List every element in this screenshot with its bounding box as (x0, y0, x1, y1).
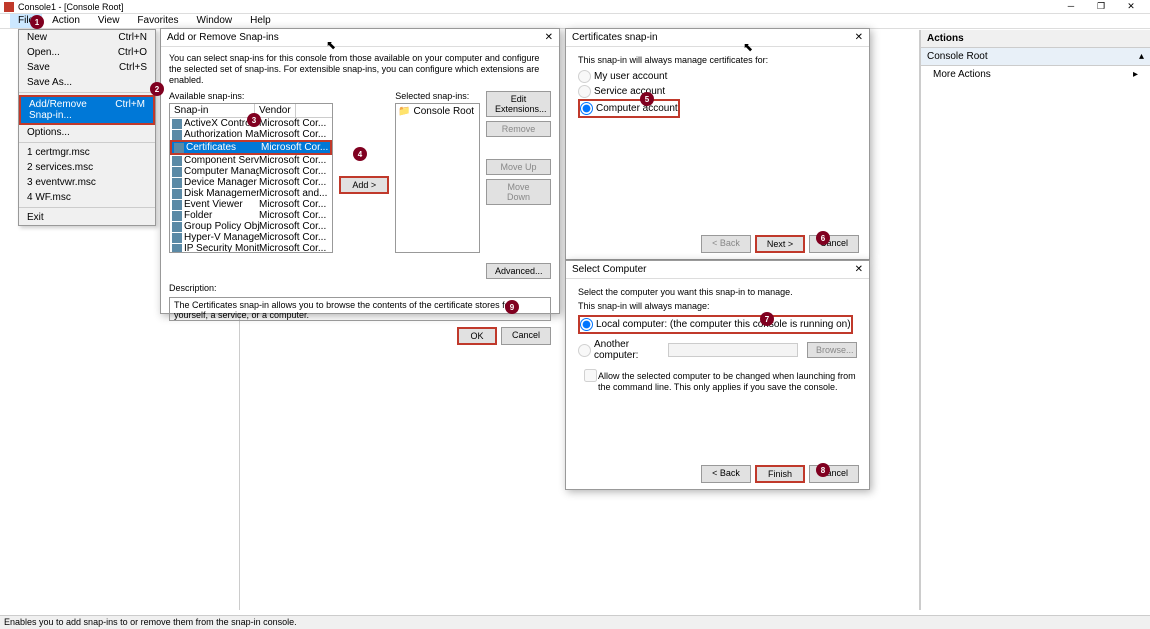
allow-text: Allow the selected computer to be change… (598, 371, 857, 393)
snapins-intro: You can select snap-ins for this console… (169, 53, 551, 85)
col-vendor: Vendor (255, 104, 296, 117)
desc-label: Description: (169, 283, 551, 293)
snapin-row-disk-management[interactable]: Disk ManagementMicrosoft and... (170, 188, 332, 199)
menu-saveas[interactable]: Save As... (19, 75, 155, 90)
badge-7: 7 (760, 312, 774, 326)
menu-options[interactable]: Options... (19, 125, 155, 140)
window-title: Console1 - [Console Root] (18, 2, 1056, 12)
comp-always: This snap-in will always manage: (578, 301, 857, 311)
badge-3: 3 (247, 113, 261, 127)
add-button[interactable]: Add > (339, 176, 389, 194)
snapin-row-certificates[interactable]: CertificatesMicrosoft Cor... (170, 140, 332, 155)
radio-another-computer[interactable]: Another computer: Browse... (578, 338, 857, 362)
snapin-row-ip-security-monitor[interactable]: IP Security MonitorMicrosoft Cor... (170, 243, 332, 253)
cert-dialog-title: Certificates snap-in ✕ (566, 29, 869, 47)
snapin-row-device-manager[interactable]: Device ManagerMicrosoft Cor... (170, 177, 332, 188)
radio-user-account[interactable]: My user account (578, 69, 857, 84)
description-box: The Certificates snap-in allows you to b… (169, 297, 551, 321)
snapin-row-hyper-v-manager[interactable]: Hyper-V ManagerMicrosoft Cor... (170, 232, 332, 243)
selected-label: Selected snap-ins: (395, 91, 480, 101)
actions-console-root[interactable]: Console Root▴ (921, 48, 1150, 66)
menubar: File Action View Favorites Window Help (0, 14, 1150, 29)
menu-window[interactable]: Window (189, 14, 241, 28)
menu-recent-3[interactable]: 3 eventvwr.msc (19, 175, 155, 190)
collapse-icon[interactable]: ▴ (1139, 51, 1144, 62)
select-computer-dialog: Select Computer ✕ Select the computer yo… (565, 260, 870, 490)
menu-save[interactable]: SaveCtrl+S (19, 60, 155, 75)
menu-new[interactable]: NewCtrl+N (19, 30, 155, 45)
comp-close-icon[interactable]: ✕ (855, 264, 863, 275)
radio-service-account[interactable]: Service account (578, 84, 857, 99)
snapin-row-component-services[interactable]: Component ServicesMicrosoft Cor... (170, 155, 332, 166)
menu-favorites[interactable]: Favorites (129, 14, 186, 28)
menu-recent-2[interactable]: 2 services.msc (19, 160, 155, 175)
minimize-button[interactable]: ─ (1056, 1, 1086, 13)
menu-recent-4[interactable]: 4 WF.msc (19, 190, 155, 205)
menu-help[interactable]: Help (242, 14, 279, 28)
file-menu-dropdown: NewCtrl+N Open...Ctrl+O SaveCtrl+S Save … (18, 29, 156, 226)
col-snapin: Snap-in (170, 104, 255, 117)
badge-1: 1 (30, 15, 44, 29)
menu-view[interactable]: View (90, 14, 128, 28)
window-titlebar: Console1 - [Console Root] ─ ❐ ✕ (0, 0, 1150, 14)
snapin-row-group-policy-object-[interactable]: Group Policy Object ...Microsoft Cor... (170, 221, 332, 232)
advanced-button[interactable]: Advanced... (486, 263, 551, 279)
snapin-row-authorization-manag-[interactable]: Authorization Manag...Microsoft Cor... (170, 129, 332, 140)
snapin-row-folder[interactable]: FolderMicrosoft Cor... (170, 210, 332, 221)
remove-button[interactable]: Remove (486, 121, 551, 137)
comp-intro: Select the computer you want this snap-i… (578, 287, 857, 297)
badge-8: 8 (816, 463, 830, 477)
actions-panel: Actions Console Root▴ More Actions ▸ (920, 30, 1150, 610)
close-button[interactable]: ✕ (1116, 1, 1146, 13)
comp-finish-button[interactable]: Finish (755, 465, 805, 483)
available-label: Available snap-ins: (169, 91, 333, 101)
status-bar: Enables you to add snap-ins to or remove… (0, 615, 1150, 629)
moveup-button[interactable]: Move Up (486, 159, 551, 175)
radio-computer-account[interactable]: Computer account (578, 99, 680, 118)
another-computer-input[interactable] (668, 343, 798, 357)
browse-button[interactable]: Browse... (807, 342, 857, 358)
certificates-snapin-dialog: Certificates snap-in ✕ This snap-in will… (565, 28, 870, 260)
cert-close-icon[interactable]: ✕ (855, 32, 863, 43)
radio-local-computer[interactable]: Local computer: (the computer this conso… (578, 315, 853, 334)
snapin-row-event-viewer[interactable]: Event ViewerMicrosoft Cor... (170, 199, 332, 210)
menu-recent-1[interactable]: 1 certmgr.msc (19, 145, 155, 160)
menu-open[interactable]: Open...Ctrl+O (19, 45, 155, 60)
snapin-row-computer-managem-[interactable]: Computer Managem...Microsoft Cor... (170, 166, 332, 177)
maximize-button[interactable]: ❐ (1086, 1, 1116, 13)
menu-action[interactable]: Action (44, 14, 88, 28)
cert-intro: This snap-in will always manage certific… (578, 55, 857, 65)
movedown-button[interactable]: Move Down (486, 179, 551, 205)
badge-9: 9 (505, 300, 519, 314)
cert-next-button[interactable]: Next > (755, 235, 805, 253)
badge-4: 4 (353, 147, 367, 161)
actions-header: Actions (921, 30, 1150, 48)
dialog-title: Add or Remove Snap-ins ✕ (161, 29, 559, 47)
dialog-close-icon[interactable]: ✕ (545, 32, 553, 43)
cert-back-button[interactable]: < Back (701, 235, 751, 253)
badge-2: 2 (150, 82, 164, 96)
menu-add-remove-snapin[interactable]: Add/Remove Snap-in...Ctrl+M (19, 95, 155, 125)
mmc-icon (4, 2, 14, 12)
actions-more[interactable]: More Actions ▸ (921, 66, 1150, 83)
selected-snapins-list[interactable]: 📁 Console Root (395, 103, 480, 253)
edit-extensions-button[interactable]: Edit Extensions... (486, 91, 551, 117)
cancel-button[interactable]: Cancel (501, 327, 551, 345)
ok-button[interactable]: OK (457, 327, 497, 345)
badge-5: 5 (640, 92, 654, 106)
badge-6: 6 (816, 231, 830, 245)
add-remove-snapins-dialog: Add or Remove Snap-ins ✕ You can select … (160, 28, 560, 314)
dialog-title-text: Add or Remove Snap-ins (167, 32, 279, 43)
selected-root[interactable]: 📁 Console Root (398, 106, 477, 117)
comp-back-button[interactable]: < Back (701, 465, 751, 483)
menu-exit[interactable]: Exit (19, 210, 155, 225)
comp-dialog-title: Select Computer ✕ (566, 261, 869, 279)
